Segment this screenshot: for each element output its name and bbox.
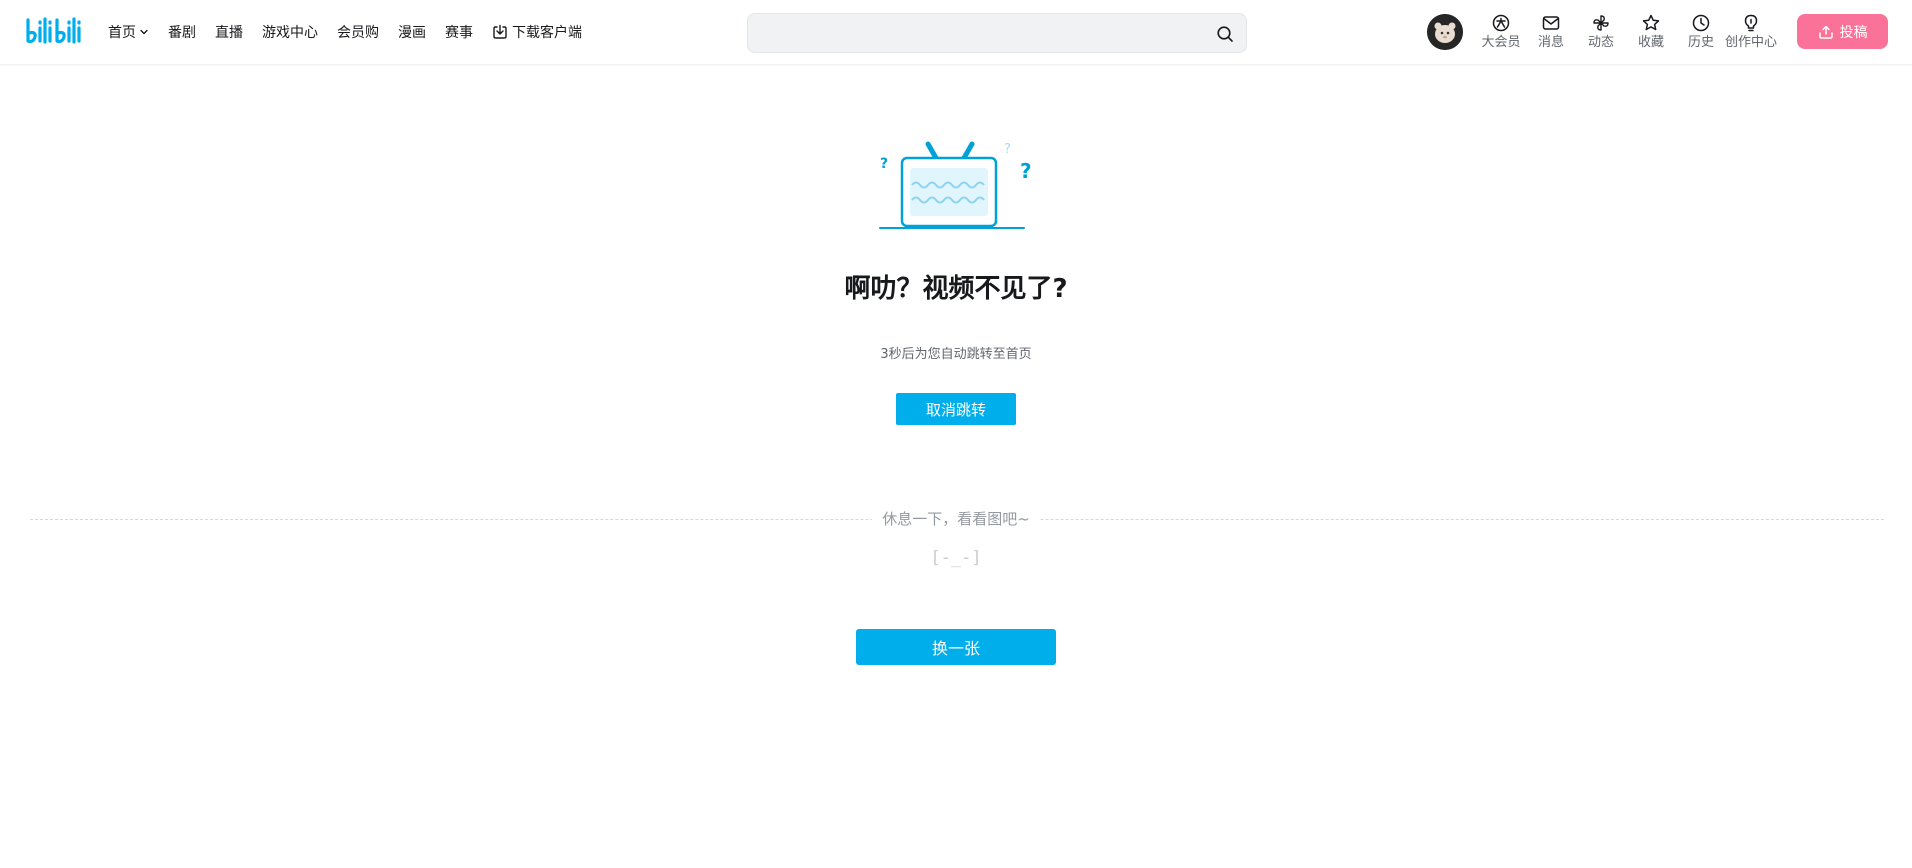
nav-download-label: 下载客户端 <box>512 25 582 41</box>
redirect-countdown-text: 3秒后为您自动跳转至首页 <box>880 347 1032 362</box>
history-icon <box>1692 14 1710 32</box>
entry-creator-center-label: 创作中心 <box>1725 35 1778 50</box>
star-icon <box>1642 14 1660 31</box>
cancel-redirect-button[interactable]: 取消跳转 <box>896 393 1016 425</box>
nav-home-label: 首页 <box>108 25 136 41</box>
vip-icon <box>1492 14 1510 32</box>
header-right-entries: 大会员 消息 动态 收藏 历史 创作中心 <box>1476 0 1778 64</box>
search-input[interactable] <box>760 21 1200 45</box>
download-icon <box>493 24 507 39</box>
nav-game-center[interactable]: 游戏中心 <box>262 0 318 64</box>
nav-game-center-label: 游戏中心 <box>262 25 318 41</box>
nav-anime[interactable]: 番剧 <box>168 0 196 64</box>
entry-vip-label: 大会员 <box>1481 35 1521 50</box>
nav-anime-label: 番剧 <box>168 25 196 41</box>
message-icon <box>1542 16 1560 30</box>
nav-esports[interactable]: 赛事 <box>445 0 473 64</box>
nav-esports-label: 赛事 <box>445 25 473 41</box>
main-nav: 首页 番剧 直播 游戏中心 会员购 漫画 赛事 下载客户端 <box>108 0 601 64</box>
svg-text:?: ? <box>1020 159 1032 183</box>
top-header: 首页 番剧 直播 游戏中心 会员购 漫画 赛事 下载客户端 大会员 消息 动态 … <box>0 0 1912 64</box>
emoticon-placeholder: [-_-] <box>930 548 982 568</box>
nav-manga-label: 漫画 <box>398 25 426 41</box>
nav-manga[interactable]: 漫画 <box>398 0 426 64</box>
entry-history-label: 历史 <box>1687 35 1714 50</box>
entry-favorites-label: 收藏 <box>1637 35 1664 50</box>
search-box <box>747 13 1247 53</box>
entry-creator-center[interactable]: 创作中心 <box>1725 0 1778 64</box>
svg-text:?: ? <box>1004 142 1011 157</box>
upload-icon <box>1818 25 1833 39</box>
entry-message-label: 消息 <box>1537 35 1564 50</box>
entry-history[interactable]: 历史 <box>1676 0 1726 64</box>
change-image-button[interactable]: 换一张 <box>856 629 1056 665</box>
nav-live-label: 直播 <box>215 25 243 41</box>
nav-home[interactable]: 首页 <box>108 0 149 64</box>
tv-icon: ? ? ? <box>879 141 1032 229</box>
bilibili-logo-icon <box>26 17 81 44</box>
broken-tv-illustration: ? ? ? <box>874 138 1038 230</box>
divider-caption-text: 休息一下，看看图吧~ <box>872 510 1040 528</box>
bulb-icon <box>1744 14 1758 32</box>
search-icon <box>1217 26 1233 42</box>
entry-dynamic-label: 动态 <box>1587 35 1614 50</box>
entry-dynamic[interactable]: 动态 <box>1576 0 1626 64</box>
chevron-down-icon <box>140 29 148 35</box>
entry-vip[interactable]: 大会员 <box>1476 0 1526 64</box>
nav-live[interactable]: 直播 <box>215 0 243 64</box>
avatar[interactable] <box>1427 14 1463 50</box>
entry-message[interactable]: 消息 <box>1526 0 1576 64</box>
svg-text:?: ? <box>880 156 888 172</box>
search-button[interactable] <box>1212 21 1238 47</box>
nav-mall-label: 会员购 <box>337 25 379 41</box>
nav-mall[interactable]: 会员购 <box>337 0 379 64</box>
entry-favorites[interactable]: 收藏 <box>1626 0 1676 64</box>
nav-download-client[interactable]: 下载客户端 <box>492 0 582 64</box>
bilibili-logo[interactable] <box>24 14 86 48</box>
user-avatar-icon <box>1427 14 1463 50</box>
upload-button-label: 投稿 <box>1839 24 1868 41</box>
dynamic-icon <box>1593 15 1609 31</box>
divider-caption: 休息一下，看看图吧~ <box>0 508 1912 529</box>
upload-button[interactable]: 投稿 <box>1797 14 1888 49</box>
error-title: 啊叻？视频不见了? <box>844 274 1068 304</box>
